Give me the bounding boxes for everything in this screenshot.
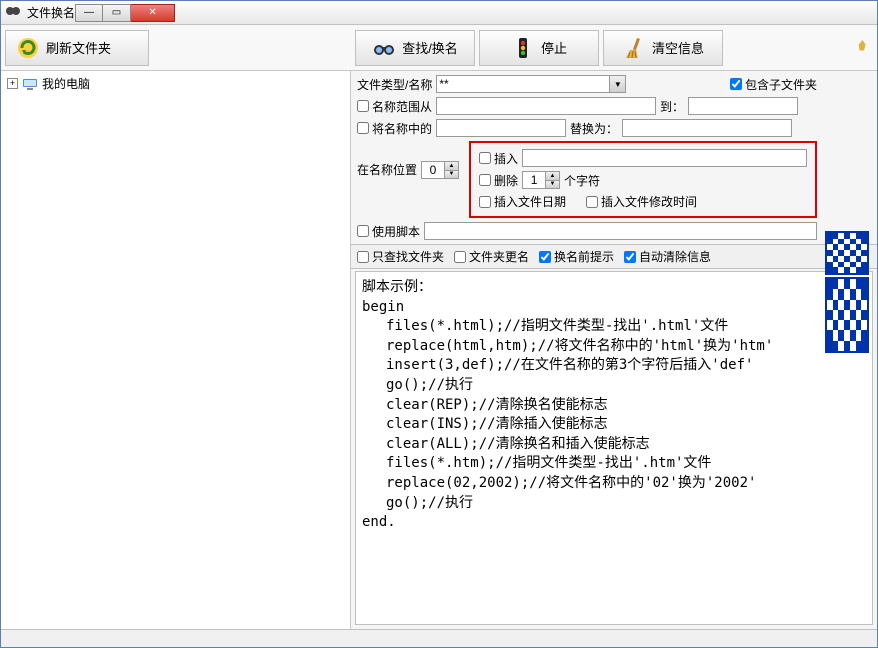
window-title: 文件换名 <box>27 4 75 21</box>
range-from-input[interactable] <box>436 97 656 115</box>
filetype-combo[interactable]: ▼ <box>436 75 626 93</box>
include-subfolders-checkbox[interactable]: 包含子文件夹 <box>730 76 817 93</box>
spin-down-icon[interactable]: ▼ <box>546 180 559 189</box>
rename-folders-checkbox[interactable]: 文件夹更名 <box>454 248 529 265</box>
traffic-light-icon <box>511 36 535 60</box>
replace-in-checkbox[interactable]: 将名称中的 <box>357 120 432 137</box>
tree-root-label: 我的电脑 <box>42 75 90 92</box>
insert-text-input[interactable] <box>522 149 807 167</box>
expand-icon[interactable]: + <box>7 78 18 89</box>
only-folders-checkbox[interactable]: 只查找文件夹 <box>357 248 444 265</box>
position-spinner[interactable]: ▲▼ <box>421 161 459 179</box>
minimize-button[interactable]: — <box>75 4 103 22</box>
refresh-label: 刷新文件夹 <box>46 38 111 57</box>
at-position-label: 在名称位置 <box>357 141 417 178</box>
app-icon <box>5 5 21 21</box>
app-window: 文件换名 — ▭ ✕ 刷新文件夹 查找/换名 <box>0 0 878 648</box>
range-to-label: 到： <box>660 98 684 115</box>
filetype-label: 文件类型/名称 <box>357 76 432 93</box>
delete-count-spinner[interactable]: ▲▼ <box>522 171 560 189</box>
insert-delete-group: 插入 删除 ▲▼ <box>469 141 817 218</box>
spin-up-icon[interactable]: ▲ <box>546 172 559 180</box>
delete-checkbox[interactable]: 删除 <box>479 172 518 189</box>
insert-date-checkbox[interactable]: 插入文件日期 <box>479 193 566 210</box>
stop-label: 停止 <box>541 38 567 57</box>
find-replace-label: 查找/换名 <box>402 38 458 57</box>
options-panel: 文件类型/名称 ▼ 包含子文件夹 名称范围从 <box>351 71 877 244</box>
filter-options-row: 只查找文件夹 文件夹更名 换名前提示 自动清除信息 <box>351 244 877 269</box>
broom-icon <box>622 36 646 60</box>
replace-find-input[interactable] <box>436 119 566 137</box>
window-controls: — ▭ ✕ <box>75 4 175 22</box>
replace-with-label: 替换为： <box>570 120 618 137</box>
insert-mtime-checkbox[interactable]: 插入文件修改时间 <box>586 193 697 210</box>
tree-root-node[interactable]: + 我的电脑 <box>7 75 344 92</box>
script-path-input[interactable] <box>424 222 817 240</box>
script-example-area[interactable]: 脚本示例： begin files(*.html);//指明文件类型-找出'.h… <box>355 271 873 625</box>
spin-up-icon[interactable]: ▲ <box>445 162 458 170</box>
stop-button[interactable]: 停止 <box>479 30 599 66</box>
chevron-down-icon[interactable]: ▼ <box>609 76 625 92</box>
toolbar: 刷新文件夹 查找/换名 停止 清空信息 <box>1 25 877 71</box>
filetype-input[interactable] <box>437 76 609 92</box>
right-pane: 文件类型/名称 ▼ 包含子文件夹 名称范围从 <box>351 71 877 629</box>
range-from-checkbox[interactable]: 名称范围从 <box>357 98 432 115</box>
range-to-input[interactable] <box>688 97 798 115</box>
qr-codes <box>825 231 869 355</box>
statusbar <box>1 629 877 647</box>
qr-code-icon <box>825 231 869 275</box>
titlebar: 文件换名 — ▭ ✕ <box>1 1 877 25</box>
spin-down-icon[interactable]: ▼ <box>445 170 458 179</box>
overflow-icon[interactable] <box>855 37 873 58</box>
replace-with-input[interactable] <box>622 119 792 137</box>
refresh-folder-button[interactable]: 刷新文件夹 <box>5 30 149 66</box>
close-button[interactable]: ✕ <box>131 4 175 22</box>
body-split: + 我的电脑 文件类型/名称 ▼ 包含子文件夹 <box>1 71 877 629</box>
clear-info-button[interactable]: 清空信息 <box>603 30 723 66</box>
insert-checkbox[interactable]: 插入 <box>479 150 518 167</box>
find-replace-button[interactable]: 查找/换名 <box>355 30 475 66</box>
folder-tree[interactable]: + 我的电脑 <box>1 71 351 629</box>
clear-label: 清空信息 <box>652 38 704 57</box>
maximize-button[interactable]: ▭ <box>103 4 131 22</box>
computer-icon <box>22 76 38 92</box>
refresh-icon <box>16 36 40 60</box>
use-script-checkbox[interactable]: 使用脚本 <box>357 223 420 240</box>
autoclear-checkbox[interactable]: 自动清除信息 <box>624 248 711 265</box>
binoculars-icon <box>372 36 396 60</box>
qr-code-icon <box>825 277 869 353</box>
chars-label: 个字符 <box>564 172 600 189</box>
prompt-checkbox[interactable]: 换名前提示 <box>539 248 614 265</box>
